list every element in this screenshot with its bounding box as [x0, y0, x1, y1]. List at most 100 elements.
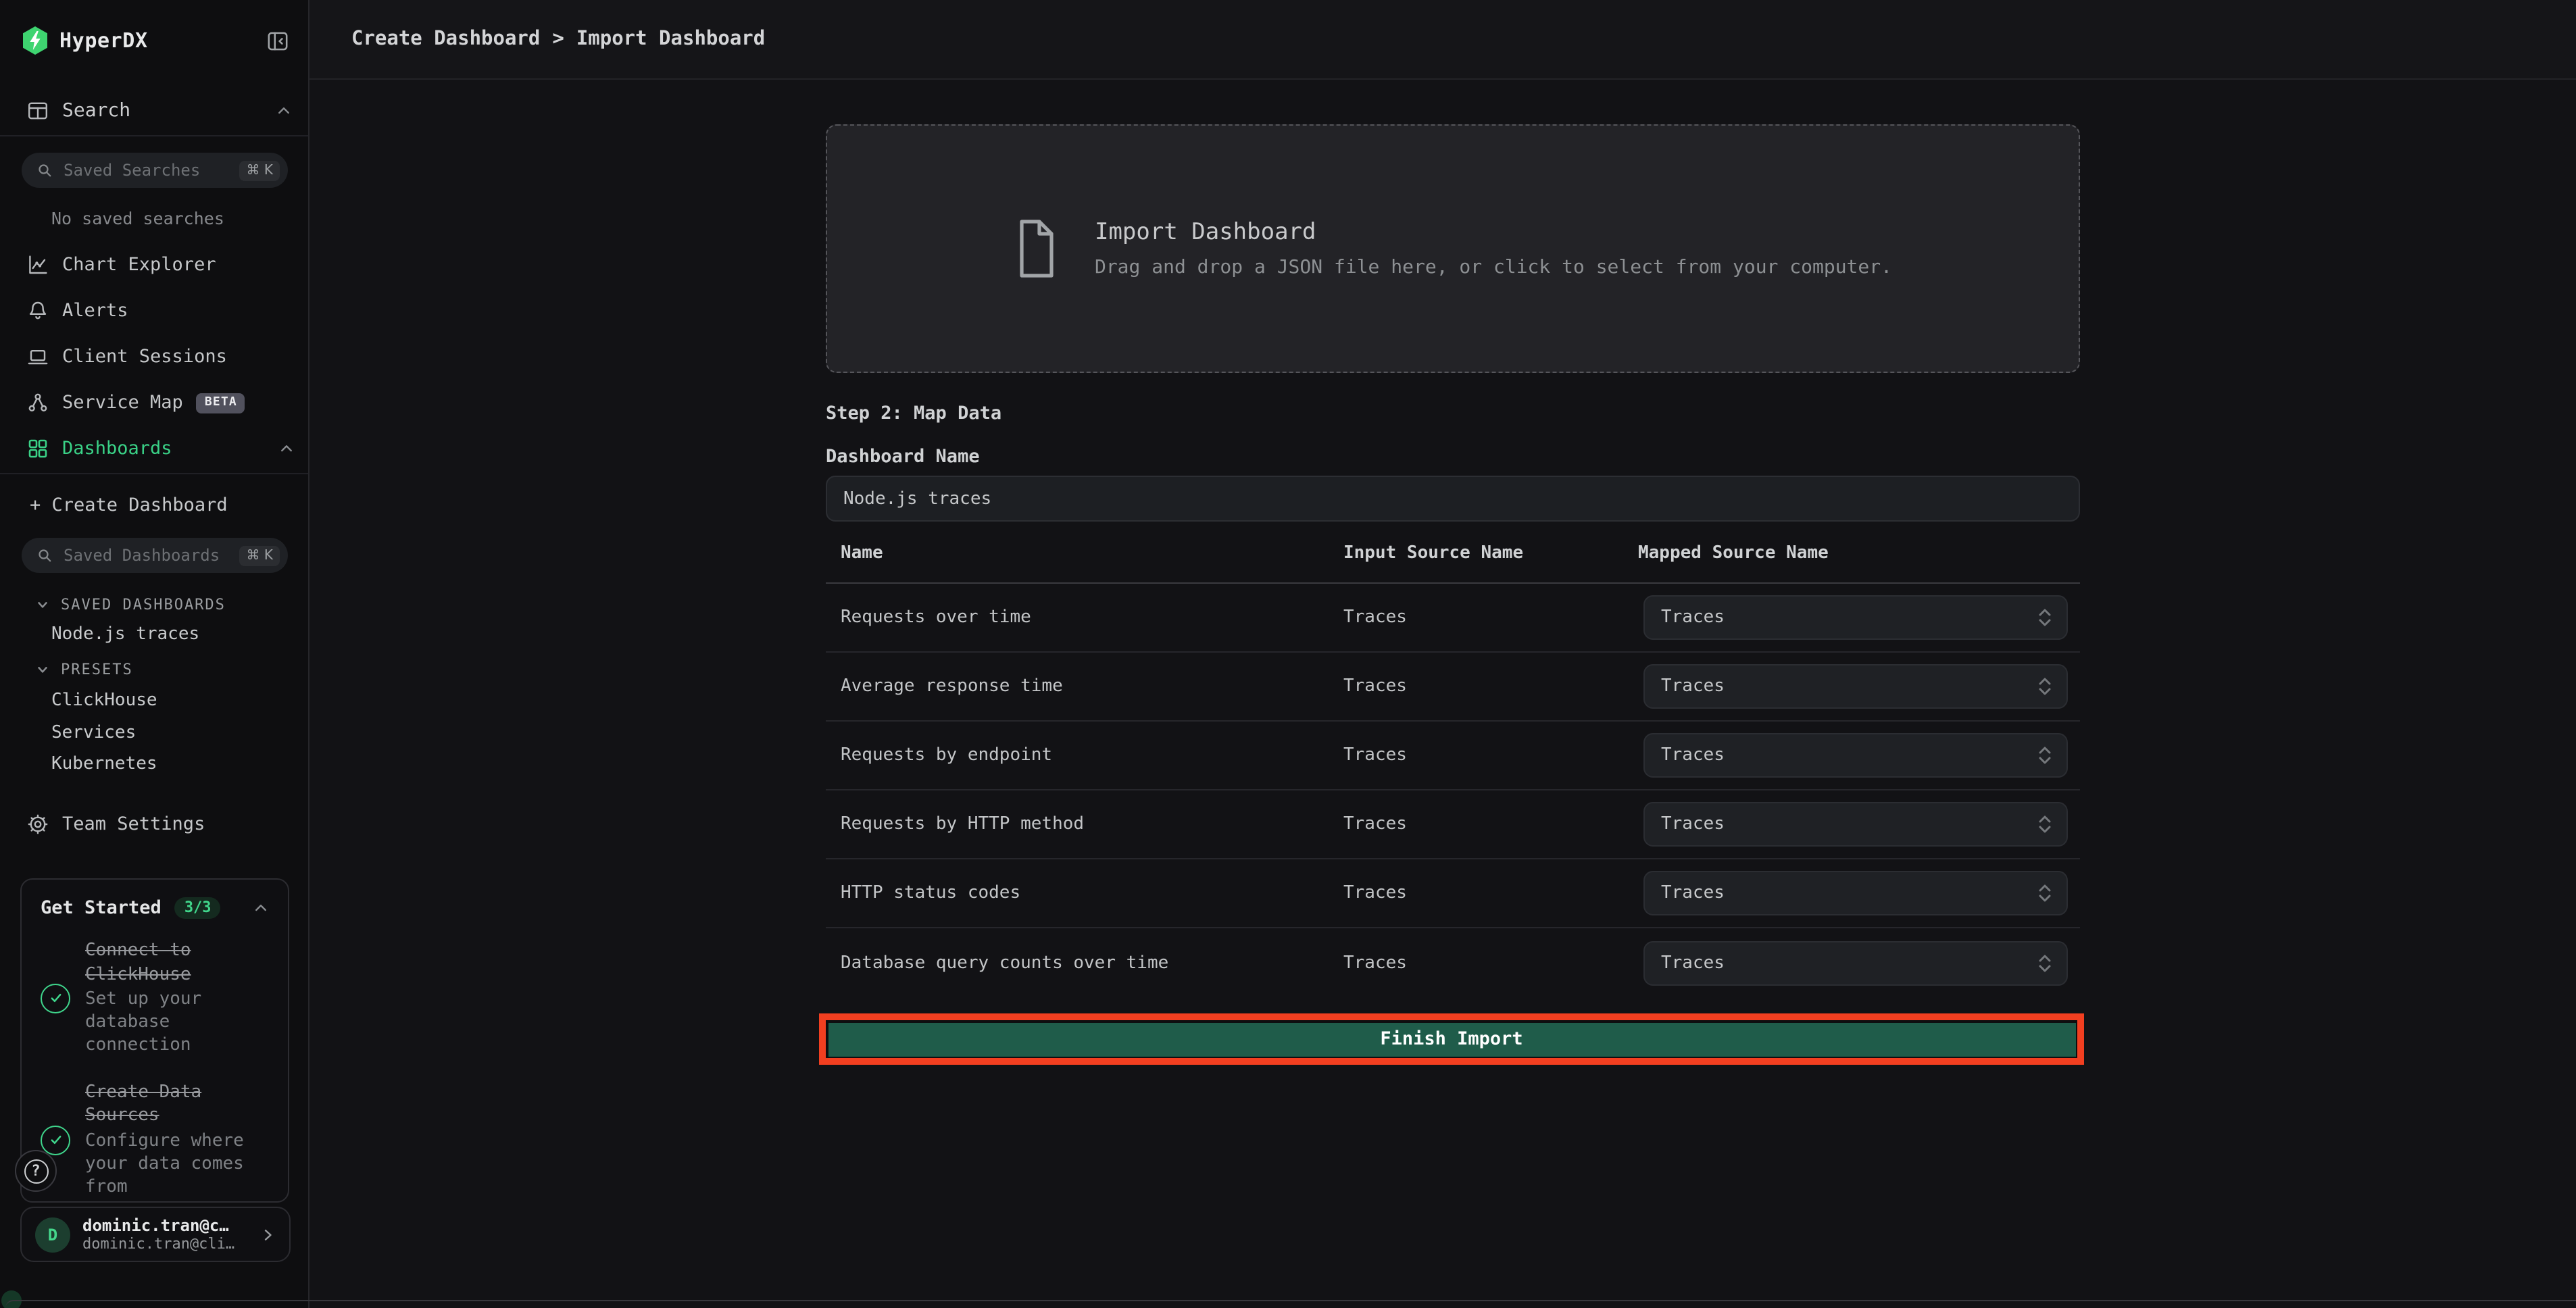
- check-circle-icon: [41, 1125, 70, 1155]
- search-board-icon: [27, 100, 49, 122]
- sidebar-item-label: Search: [62, 100, 130, 122]
- row-mapped-source-value: Traces: [1661, 607, 2037, 628]
- sidebar-item-kubernetes[interactable]: Kubernetes: [51, 754, 157, 774]
- row-mapped-source-value: Traces: [1661, 676, 2037, 697]
- group-presets[interactable]: PRESETS: [35, 661, 133, 678]
- row-mapped-source-value: Traces: [1661, 953, 2037, 973]
- sidebar-item-label: Dashboards: [62, 438, 172, 459]
- search-icon: [36, 547, 53, 563]
- select-chevrons-icon: [2037, 607, 2053, 628]
- breadcrumb-separator: >: [552, 28, 564, 50]
- get-started-item-desc: Set up your database connection: [85, 989, 253, 1057]
- group-label: PRESETS: [61, 661, 133, 678]
- row-mapped-source-value: Traces: [1661, 883, 2037, 903]
- column-header-name: Name: [841, 543, 883, 563]
- sidebar-collapse-button[interactable]: [264, 26, 292, 55]
- sidebar-item-label: Service Map: [62, 392, 183, 413]
- app-title: HyperDX: [59, 28, 148, 53]
- mapped-source-select[interactable]: Traces: [1643, 595, 2068, 640]
- help-button[interactable]: ?: [15, 1150, 57, 1192]
- table-row: Database query counts over time Traces T…: [826, 928, 2080, 997]
- row-name: Requests over time: [841, 607, 1031, 628]
- sidebar-item-services[interactable]: Services: [51, 723, 136, 743]
- sidebar-item-dashboards[interactable]: Dashboards: [27, 432, 295, 465]
- row-mapped-source-value: Traces: [1661, 814, 2037, 834]
- sidebar-item-search[interactable]: Search: [27, 96, 292, 126]
- hyperdx-logo-icon: [22, 26, 49, 55]
- row-input-source: Traces: [1343, 676, 1407, 697]
- mapping-table-rows: Requests over time Traces Traces Average…: [826, 584, 2080, 997]
- dashboard-name-input[interactable]: [826, 476, 2080, 522]
- sidebar-item-nodejs-traces[interactable]: Node.js traces: [51, 624, 199, 645]
- avatar: D: [35, 1217, 70, 1252]
- user-name: dominic.tran@c…: [82, 1216, 247, 1235]
- user-texts: dominic.tran@c… dominic.tran@cli…: [82, 1216, 247, 1253]
- table-row: Requests over time Traces Traces: [826, 584, 2080, 653]
- mapped-source-select[interactable]: Traces: [1643, 940, 2068, 985]
- bottom-panel-edge: [5, 1300, 2576, 1308]
- chevron-right-icon: [259, 1226, 276, 1242]
- get-started-header[interactable]: Get Started 3/3: [41, 897, 269, 919]
- sidebar-item-team-settings[interactable]: Team Settings: [27, 808, 295, 840]
- chevron-up-icon: [253, 900, 269, 916]
- column-header-mapped-source: Mapped Source Name: [1638, 543, 1829, 563]
- dropzone-subtitle: Drag and drop a JSON file here, or click…: [1095, 257, 1892, 278]
- import-dropzone[interactable]: Import Dashboard Drag and drop a JSON fi…: [826, 124, 2080, 373]
- logo-row: HyperDX: [22, 20, 292, 61]
- create-dashboard-button[interactable]: + Create Dashboard: [30, 489, 295, 522]
- select-chevrons-icon: [2037, 676, 2053, 697]
- no-saved-searches-note: No saved searches: [51, 208, 224, 228]
- sidebar-item-clickhouse[interactable]: ClickHouse: [51, 690, 157, 711]
- sidebar-item-label: Chart Explorer: [62, 254, 216, 276]
- sidebar-item-client-sessions[interactable]: Client Sessions: [27, 341, 295, 373]
- main-content: Import Dashboard Drag and drop a JSON fi…: [309, 80, 2576, 1308]
- question-icon: ?: [24, 1159, 48, 1183]
- row-input-source: Traces: [1343, 883, 1407, 903]
- mapped-source-select[interactable]: Traces: [1643, 871, 2068, 915]
- saved-searches-input[interactable]: [64, 161, 240, 180]
- sidebar-item-chart-explorer[interactable]: Chart Explorer: [27, 249, 295, 281]
- table-row: Requests by HTTP method Traces Traces: [826, 790, 2080, 859]
- sidebar-item-label: Client Sessions: [62, 346, 227, 368]
- sidebar-item-service-map[interactable]: Service Map BETA: [27, 386, 295, 419]
- row-name: HTTP status codes: [841, 883, 1020, 903]
- mapped-source-select[interactable]: Traces: [1643, 664, 2068, 709]
- table-row: HTTP status codes Traces Traces: [826, 859, 2080, 928]
- chevron-up-icon: [278, 441, 295, 457]
- sidebar-item-alerts[interactable]: Alerts: [27, 295, 295, 327]
- breadcrumb-create-dashboard[interactable]: Create Dashboard: [351, 28, 540, 50]
- group-saved-dashboards[interactable]: SAVED DASHBOARDS: [35, 596, 226, 613]
- create-dashboard-label: + Create Dashboard: [30, 495, 228, 516]
- get-started-item-title: Create Data Sources: [85, 1082, 201, 1126]
- select-chevrons-icon: [2037, 745, 2053, 765]
- progress-badge: 3/3: [175, 897, 221, 919]
- saved-dashboards-input[interactable]: [64, 546, 240, 565]
- sidebar-item-label: Alerts: [62, 300, 128, 322]
- row-mapped-source-value: Traces: [1661, 745, 2037, 765]
- table-row: Requests by endpoint Traces Traces: [826, 722, 2080, 790]
- finish-import-button[interactable]: Finish Import: [828, 1022, 2075, 1056]
- select-chevrons-icon: [2037, 814, 2053, 834]
- mapped-source-select[interactable]: Traces: [1643, 802, 2068, 847]
- dropzone-text: Import Dashboard Drag and drop a JSON fi…: [1095, 219, 1892, 278]
- divider: [0, 135, 308, 136]
- get-started-item-desc: Configure where your data comes from: [85, 1131, 253, 1199]
- user-menu[interactable]: D dominic.tran@c… dominic.tran@cli…: [20, 1207, 291, 1262]
- select-chevrons-icon: [2037, 883, 2053, 903]
- get-started-item-title: Connect to ClickHouse: [85, 940, 191, 984]
- mapped-source-select[interactable]: Traces: [1643, 733, 2068, 778]
- breadcrumb-import-dashboard: Import Dashboard: [576, 28, 765, 50]
- dashboards-grid-icon: [27, 438, 49, 459]
- row-input-source: Traces: [1343, 814, 1407, 834]
- step-label: Step 2: Map Data: [826, 403, 1001, 424]
- row-name: Requests by HTTP method: [841, 814, 1084, 834]
- sidebar: HyperDX Search: [0, 0, 309, 1308]
- beta-badge: BETA: [197, 393, 245, 413]
- check-circle-icon: [41, 984, 70, 1013]
- laptop-icon: [27, 346, 49, 368]
- sidebar-item-label: Team Settings: [62, 813, 205, 835]
- file-icon: [1014, 219, 1060, 278]
- get-started-panel: Get Started 3/3 Connect to ClickHouse Se…: [20, 878, 289, 1203]
- shortcut-badge: ⌘ K: [240, 545, 280, 565]
- divider: [0, 473, 308, 474]
